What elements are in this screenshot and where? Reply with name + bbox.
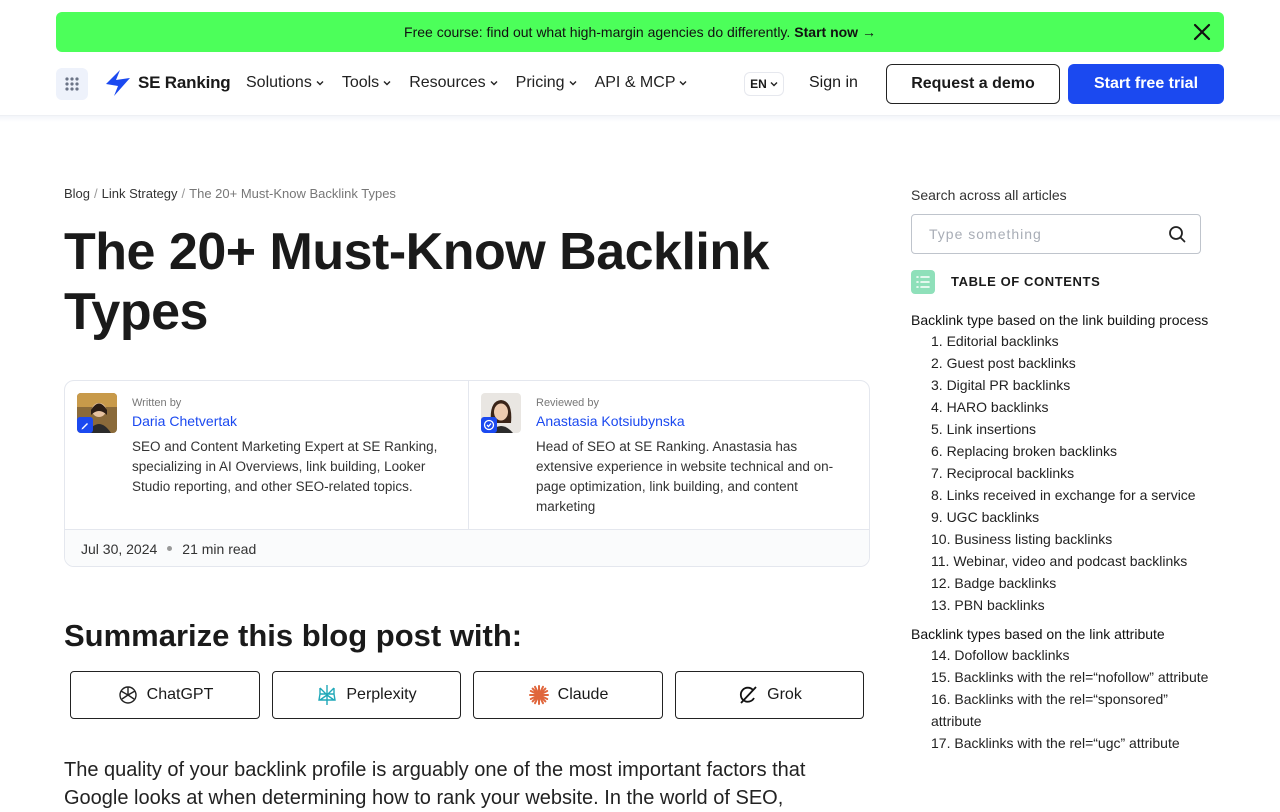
page-title: The 20+ Must-Know Backlink Types — [64, 223, 770, 341]
search-input[interactable] — [912, 215, 1152, 253]
post-date: Jul 30, 2024 — [81, 540, 158, 557]
authors-card: Written by Daria Chetvertak SEO and Cont… — [64, 380, 870, 567]
toc-title: TABLE OF CONTENTS — [951, 274, 1101, 289]
author-writer: Written by Daria Chetvertak SEO and Cont… — [65, 381, 468, 529]
chevron-down-icon — [679, 81, 687, 86]
chevron-down-icon — [316, 81, 324, 86]
main-menu: Solutions Tools Resources Pricing API & … — [246, 74, 687, 92]
chevron-down-icon — [569, 81, 577, 86]
toc-item-link[interactable]: 9. UGC backlinks — [911, 506, 1211, 528]
table-of-contents: Backlink type based on the link building… — [911, 310, 1211, 754]
search-icon[interactable] — [1168, 225, 1186, 243]
language-selector[interactable]: EN — [744, 72, 784, 96]
nav-shadow — [0, 116, 1280, 122]
author-name-link[interactable]: Daria Chetvertak — [132, 413, 237, 429]
toc-item-link[interactable]: 7. Reciprocal backlinks — [911, 462, 1211, 484]
toc-item-link[interactable]: 4. HARO backlinks — [911, 396, 1211, 418]
logo-text: SE Ranking — [138, 73, 231, 92]
top-nav: SE Ranking Solutions Tools Resources Pri… — [0, 56, 1280, 116]
toc-item-link[interactable]: 17. Backlinks with the rel=“ugc” attribu… — [911, 732, 1211, 754]
reviewer-role: Reviewed by — [536, 397, 599, 409]
separator-dot — [167, 546, 173, 551]
toc-item-link[interactable]: 11. Webinar, video and podcast backlinks — [911, 550, 1211, 572]
list-icon — [911, 270, 935, 294]
chevron-down-icon — [490, 81, 498, 86]
promo-banner: Free course: find out what high-margin a… — [56, 12, 1224, 52]
menu-label: API & MCP — [594, 74, 676, 91]
toc-item-link[interactable]: 3. Digital PR backlinks — [911, 374, 1211, 396]
menu-label: Tools — [341, 74, 380, 91]
menu-api[interactable]: API & MCP — [595, 74, 688, 92]
perplexity-button[interactable]: Perplexity — [272, 671, 461, 719]
toc-item-link[interactable]: 8. Links received in exchange for a serv… — [911, 484, 1211, 506]
reviewer-name-link[interactable]: Anastasia Kotsiubynska — [536, 413, 685, 429]
menu-label: Solutions — [246, 74, 312, 91]
menu-label: Resources — [409, 74, 486, 91]
menu-solutions[interactable]: Solutions — [246, 74, 324, 92]
toc-item-link[interactable]: 14. Dofollow backlinks — [911, 644, 1211, 666]
toc-item-link[interactable]: 2. Guest post backlinks — [911, 352, 1211, 374]
chevron-down-icon — [770, 82, 778, 87]
breadcrumb-blog[interactable]: Blog — [64, 186, 90, 201]
banner-text: Free course: find out what high-margin a… — [404, 24, 791, 40]
avatar[interactable] — [77, 393, 117, 433]
toc-item-link[interactable]: 13. PBN backlinks — [911, 594, 1211, 616]
grok-button[interactable]: Grok — [675, 671, 864, 719]
toc-section-link[interactable]: Backlink type based on the link building… — [911, 310, 1211, 330]
grok-label: Grok — [767, 686, 802, 703]
toc-section-link[interactable]: Backlink types based on the link attribu… — [911, 624, 1211, 644]
author-reviewer: Reviewed by Anastasia Kotsiubynska Head … — [468, 381, 869, 529]
author-role: Written by — [132, 397, 182, 409]
chatgpt-label: ChatGPT — [146, 686, 214, 703]
menu-resources[interactable]: Resources — [409, 74, 498, 92]
read-time: 21 min read — [182, 540, 257, 557]
claude-icon — [528, 685, 549, 705]
summarize-heading: Summarize this blog post with: — [64, 618, 523, 653]
breadcrumb-link-strategy[interactable]: Link Strategy — [102, 186, 178, 201]
start-free-trial-button[interactable]: Start free trial — [1068, 64, 1224, 104]
sign-in-link[interactable]: Sign in — [809, 74, 858, 92]
perplexity-icon — [318, 685, 337, 705]
avatar[interactable] — [481, 393, 521, 433]
apps-grid-button[interactable] — [56, 68, 88, 100]
chevron-down-icon — [383, 81, 391, 86]
toc-item-link[interactable]: 15. Backlinks with the rel=“nofollow” at… — [911, 666, 1211, 688]
author-bio: SEO and Content Marketing Expert at SE R… — [132, 439, 438, 494]
menu-tools[interactable]: Tools — [342, 74, 391, 92]
menu-label: Pricing — [515, 74, 565, 91]
toc-item-link[interactable]: 16. Backlinks with the rel=“sponsored” a… — [911, 688, 1211, 732]
claude-label: Claude — [557, 686, 609, 703]
claude-button[interactable]: Claude — [473, 671, 663, 719]
reviewer-badge-icon — [481, 417, 497, 433]
logo-icon — [106, 70, 130, 96]
author-badge-icon — [77, 417, 93, 433]
toc-item-link[interactable]: 1. Editorial backlinks — [911, 330, 1211, 352]
chatgpt-icon — [118, 686, 137, 704]
post-meta: Jul 30, 2024 21 min read — [65, 529, 869, 566]
toc-item-link[interactable]: 6. Replacing broken backlinks — [911, 440, 1211, 462]
toc-item-link[interactable]: 5. Link insertions — [911, 418, 1211, 440]
grok-icon — [740, 686, 757, 704]
perplexity-label: Perplexity — [346, 686, 417, 703]
menu-pricing[interactable]: Pricing — [516, 74, 577, 92]
logo[interactable]: SE Ranking — [104, 68, 231, 98]
intro-paragraph: The quality of your backlink profile is … — [64, 759, 806, 809]
close-icon[interactable] — [1190, 20, 1214, 44]
language-label: EN — [750, 77, 767, 91]
search-label: Search across all articles — [911, 187, 1067, 203]
grid-icon — [65, 77, 79, 91]
banner-cta-link[interactable]: Start now → — [794, 24, 876, 40]
toc-item-link[interactable]: 10. Business listing backlinks — [911, 528, 1211, 550]
breadcrumb-current: The 20+ Must-Know Backlink Types — [189, 186, 396, 201]
toc-item-link[interactable]: 12. Badge backlinks — [911, 572, 1211, 594]
chatgpt-button[interactable]: ChatGPT — [70, 671, 260, 719]
search-box — [911, 214, 1201, 254]
request-demo-button[interactable]: Request a demo — [886, 64, 1060, 104]
breadcrumb: Blog / Link Strategy / The 20+ Must-Know Bac… — [64, 186, 396, 201]
reviewer-bio: Head of SEO at SE Ranking. Anastasia has… — [536, 439, 834, 514]
